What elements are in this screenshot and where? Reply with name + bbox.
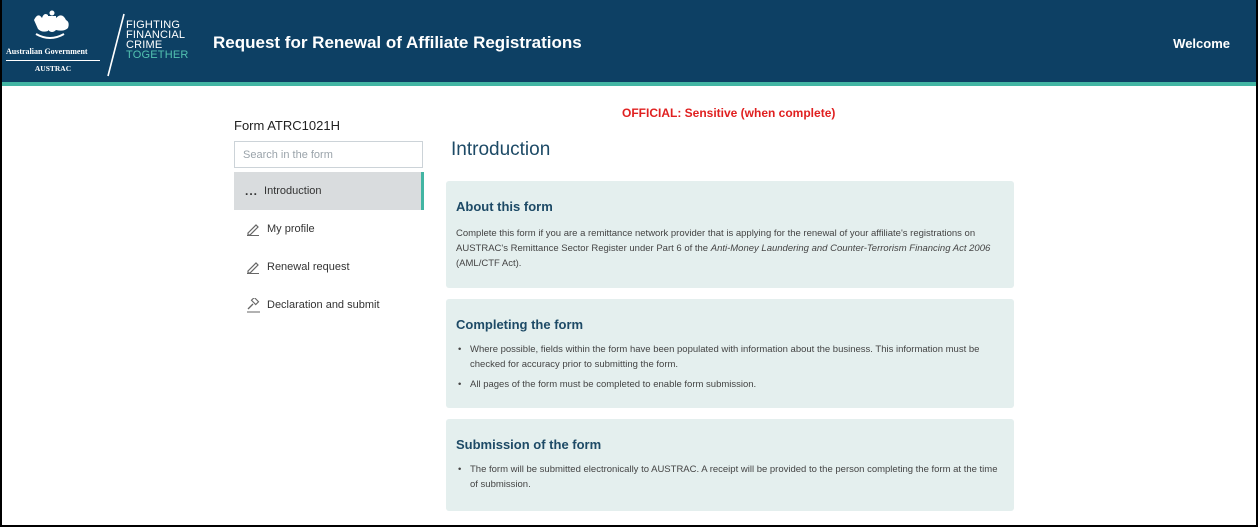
submission-section: Submission of the form The form will be … <box>446 419 1014 511</box>
list-item: Where possible, fields within the form h… <box>456 342 1004 372</box>
nav-item-label: Introduction <box>264 185 322 197</box>
form-id: Form ATRC1021H <box>234 118 340 133</box>
section-heading: Completing the form <box>456 317 584 332</box>
bullet-list: Where possible, fields within the form h… <box>456 342 1004 392</box>
page-title: Introduction <box>451 139 551 160</box>
slogan-logo: FIGHTING FINANCIAL CRIME TOGETHER <box>126 20 189 61</box>
nav-item-introduction[interactable]: ... Introduction <box>234 172 424 210</box>
section-heading: About this form <box>456 199 553 214</box>
nav-item-renewal-request[interactable]: Renewal request <box>234 248 424 286</box>
coat-of-arms-icon <box>34 10 69 39</box>
nav-item-declaration-and-submit[interactable]: Declaration and submit <box>234 286 424 324</box>
slogan-slash-icon <box>107 13 125 77</box>
completing-form-section: Completing the form Where possible, fiel… <box>446 299 1014 408</box>
search-input[interactable] <box>234 141 423 168</box>
act-name: Anti-Money Laundering and Counter-Terror… <box>710 243 991 254</box>
logo-divider <box>6 60 100 61</box>
classification-label: OFFICIAL: Sensitive (when complete) <box>622 106 836 120</box>
about-form-section: About this form Complete this form if yo… <box>446 181 1014 288</box>
welcome-menu[interactable]: Welcome <box>1173 36 1230 51</box>
section-heading: Submission of the form <box>456 437 602 452</box>
ellipsis-icon: ... <box>245 184 259 198</box>
form-navigation: ... Introduction My profile Renewal requ… <box>234 172 424 324</box>
list-item: The form will be submitted electronicall… <box>456 462 1004 492</box>
pencil-icon <box>245 259 261 275</box>
nav-item-my-profile[interactable]: My profile <box>234 210 424 248</box>
nav-item-label: Renewal request <box>267 261 350 273</box>
australian-government-logo[interactable]: Australian Government AUSTRAC <box>6 10 116 78</box>
nav-item-label: My profile <box>267 223 315 235</box>
gavel-icon <box>245 297 261 313</box>
section-text: Complete this form if you are a remittan… <box>456 226 1004 271</box>
agency-name: AUSTRAC <box>34 64 72 73</box>
list-item: All pages of the form must be completed … <box>456 377 1004 392</box>
gov-name: Australian Government <box>6 47 88 56</box>
page-title-header: Request for Renewal of Affiliate Registr… <box>213 33 582 52</box>
slogan-line-4: TOGETHER <box>126 49 189 61</box>
nav-item-label: Declaration and submit <box>267 299 380 311</box>
bullet-list: The form will be submitted electronicall… <box>456 462 1004 492</box>
text-part: (AML/CTF Act). <box>456 258 522 269</box>
app-header: Australian Government AUSTRAC FIGHTING F… <box>0 0 1258 86</box>
pencil-icon <box>245 221 261 237</box>
